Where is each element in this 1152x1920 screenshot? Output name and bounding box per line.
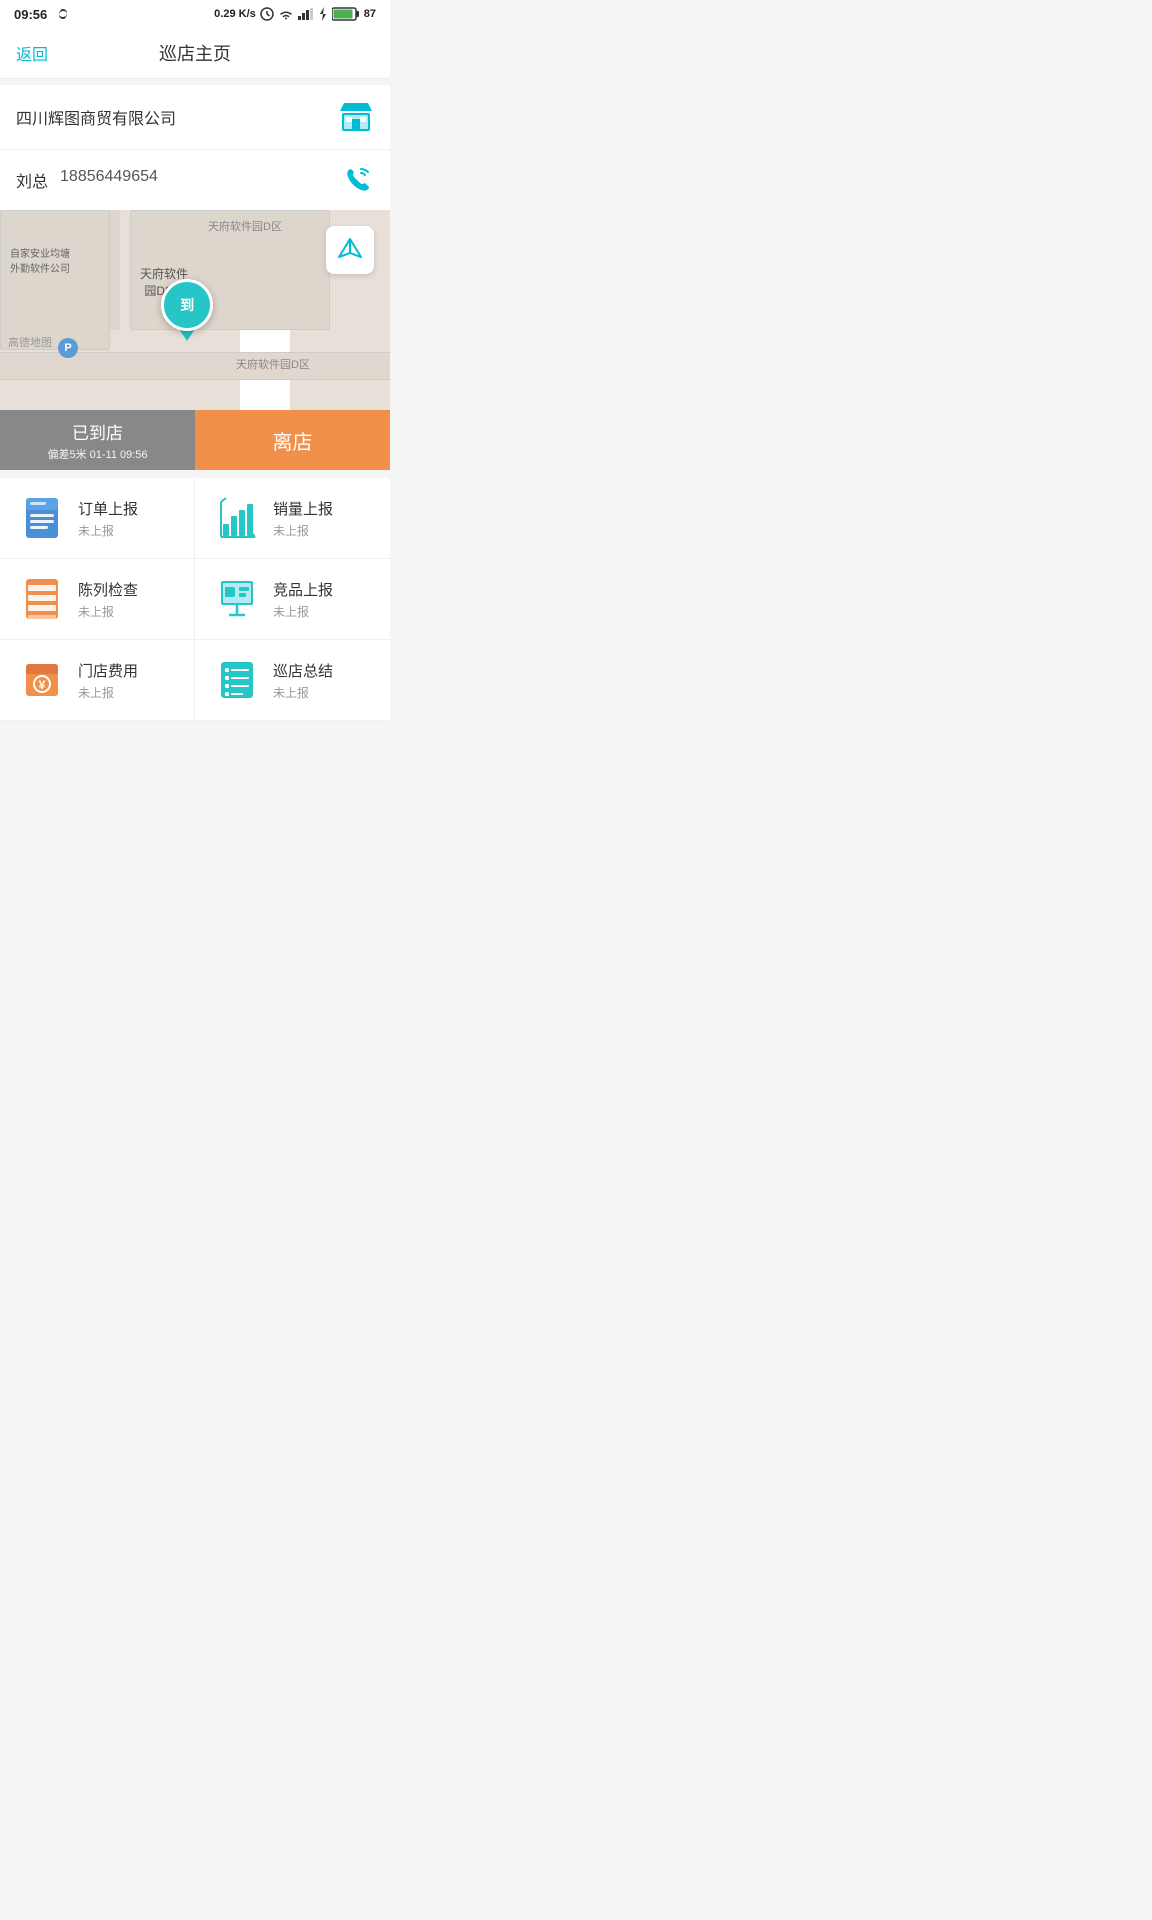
call-icon[interactable] xyxy=(342,164,374,196)
arrived-label: 已到店 xyxy=(72,419,123,444)
menu-item-competitor-report[interactable]: 竞品上报 未上报 xyxy=(195,559,390,640)
menu-title-summary: 巡店总结 xyxy=(273,660,333,681)
chart-teal-icon xyxy=(215,496,259,540)
menu-title-cost: 门店费用 xyxy=(78,660,138,681)
arrived-sub-label: 偏差5米 01-11 09:56 xyxy=(47,446,147,462)
map-label-park-d: 天府软件园D区 xyxy=(208,218,282,234)
menu-item-display-check[interactable]: 陈列检查 未上报 xyxy=(0,559,195,640)
wifi-icon xyxy=(278,8,294,20)
signal-icon xyxy=(298,8,314,20)
clock-icon xyxy=(260,7,274,21)
status-bar: 09:56 0.29 K/s xyxy=(0,0,390,28)
back-button[interactable]: 返回 xyxy=(16,41,48,65)
menu-title-competitor: 竞品上报 xyxy=(273,579,333,600)
battery-icon xyxy=(332,7,360,21)
map-section: 天府软件园D区 自家安业均塘外勤软件公司 天府软件园D2座 天府软件园D区 P … xyxy=(0,210,390,410)
parking-marker: P xyxy=(58,338,78,358)
map-watermark: 高德地图 xyxy=(8,334,52,350)
page-title: 巡店主页 xyxy=(159,40,231,66)
contact-name: 刘总 xyxy=(16,168,48,192)
store-info-section: 四川辉图商贸有限公司 刘总 18856449654 xyxy=(0,85,390,210)
contact-phone: 18856449654 xyxy=(60,168,158,192)
map-label-external: 自家安业均塘外勤软件公司 xyxy=(10,245,70,275)
menu-sub-cost: 未上报 xyxy=(78,684,138,701)
money-orange-icon: ¥ xyxy=(20,658,64,702)
status-right: 0.29 K/s 87 xyxy=(214,7,376,21)
page-header: 返回 巡店主页 xyxy=(0,28,390,79)
arrived-button[interactable]: 已到店 偏差5米 01-11 09:56 xyxy=(0,410,195,470)
contact-row: 刘总 18856449654 xyxy=(0,150,390,210)
status-time: 09:56 xyxy=(14,7,47,22)
charging-icon xyxy=(318,7,328,21)
menu-item-tour-summary[interactable]: 巡店总结 未上报 xyxy=(195,640,390,721)
menu-sub-competitor: 未上报 xyxy=(273,603,333,620)
menu-title-order: 订单上报 xyxy=(78,498,138,519)
leave-label: 离店 xyxy=(273,426,313,455)
menu-sub-display: 未上报 xyxy=(78,603,138,620)
status-battery: 87 xyxy=(364,8,376,20)
menu-item-sales-report[interactable]: 销量上报 未上报 xyxy=(195,478,390,559)
navigate-button[interactable] xyxy=(326,226,374,274)
svg-text:¥: ¥ xyxy=(39,678,46,692)
doc-blue-icon xyxy=(20,496,64,540)
menu-grid: 订单上报 未上报 销量上报 未上报 xyxy=(0,478,390,721)
store-name: 四川辉图商贸有限公司 xyxy=(16,105,176,129)
shelf-orange-icon xyxy=(20,577,64,621)
store-icon xyxy=(338,99,374,135)
action-buttons: 已到店 偏差5米 01-11 09:56 离店 xyxy=(0,410,390,470)
menu-sub-sales: 未上报 xyxy=(273,522,333,539)
menu-sub-summary: 未上报 xyxy=(273,684,333,701)
menu-item-order-report[interactable]: 订单上报 未上报 xyxy=(0,478,195,559)
menu-title-sales: 销量上报 xyxy=(273,498,333,519)
store-name-row: 四川辉图商贸有限公司 xyxy=(0,85,390,150)
presentation-teal-icon xyxy=(215,577,259,621)
menu-title-display: 陈列检查 xyxy=(78,579,138,600)
map-label-park-d-bottom: 天府软件园D区 xyxy=(236,356,310,372)
status-speed: 0.29 K/s xyxy=(214,8,256,20)
location-pin: 到 xyxy=(161,279,213,341)
infinity-icon xyxy=(53,7,73,21)
leave-button[interactable]: 离店 xyxy=(195,410,390,470)
menu-sub-order: 未上报 xyxy=(78,522,138,539)
list-teal-icon xyxy=(215,658,259,702)
menu-item-store-cost[interactable]: ¥ 门店费用 未上报 xyxy=(0,640,195,721)
